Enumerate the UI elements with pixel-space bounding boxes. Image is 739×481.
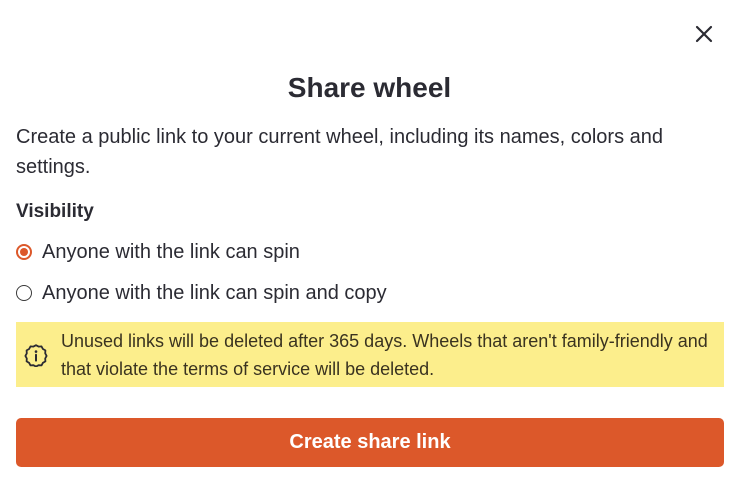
notice-text: Unused links will be deleted after 365 d… — [61, 330, 708, 379]
close-icon — [695, 25, 713, 43]
radio-option-label: Anyone with the link can spin — [42, 241, 300, 263]
deletion-notice: Unused links will be deleted after 365 d… — [16, 322, 724, 387]
radio-option-label: Anyone with the link can spin and copy — [42, 282, 387, 304]
share-wheel-dialog: Share wheel Create a public link to your… — [0, 0, 739, 481]
info-icon — [24, 343, 48, 367]
radio-option-spin-and-copy[interactable]: Anyone with the link can spin and copy — [16, 279, 387, 307]
visibility-label: Visibility — [16, 201, 94, 222]
radio-option-spin[interactable]: Anyone with the link can spin — [16, 238, 300, 266]
dialog-description: Create a public link to your current whe… — [16, 126, 663, 178]
radio-button-checked[interactable] — [16, 244, 32, 260]
radio-button-unchecked[interactable] — [16, 285, 32, 301]
create-share-link-button[interactable]: Create share link — [16, 418, 724, 467]
close-button[interactable] — [690, 20, 718, 48]
dialog-title: Share wheel — [287, 72, 452, 103]
